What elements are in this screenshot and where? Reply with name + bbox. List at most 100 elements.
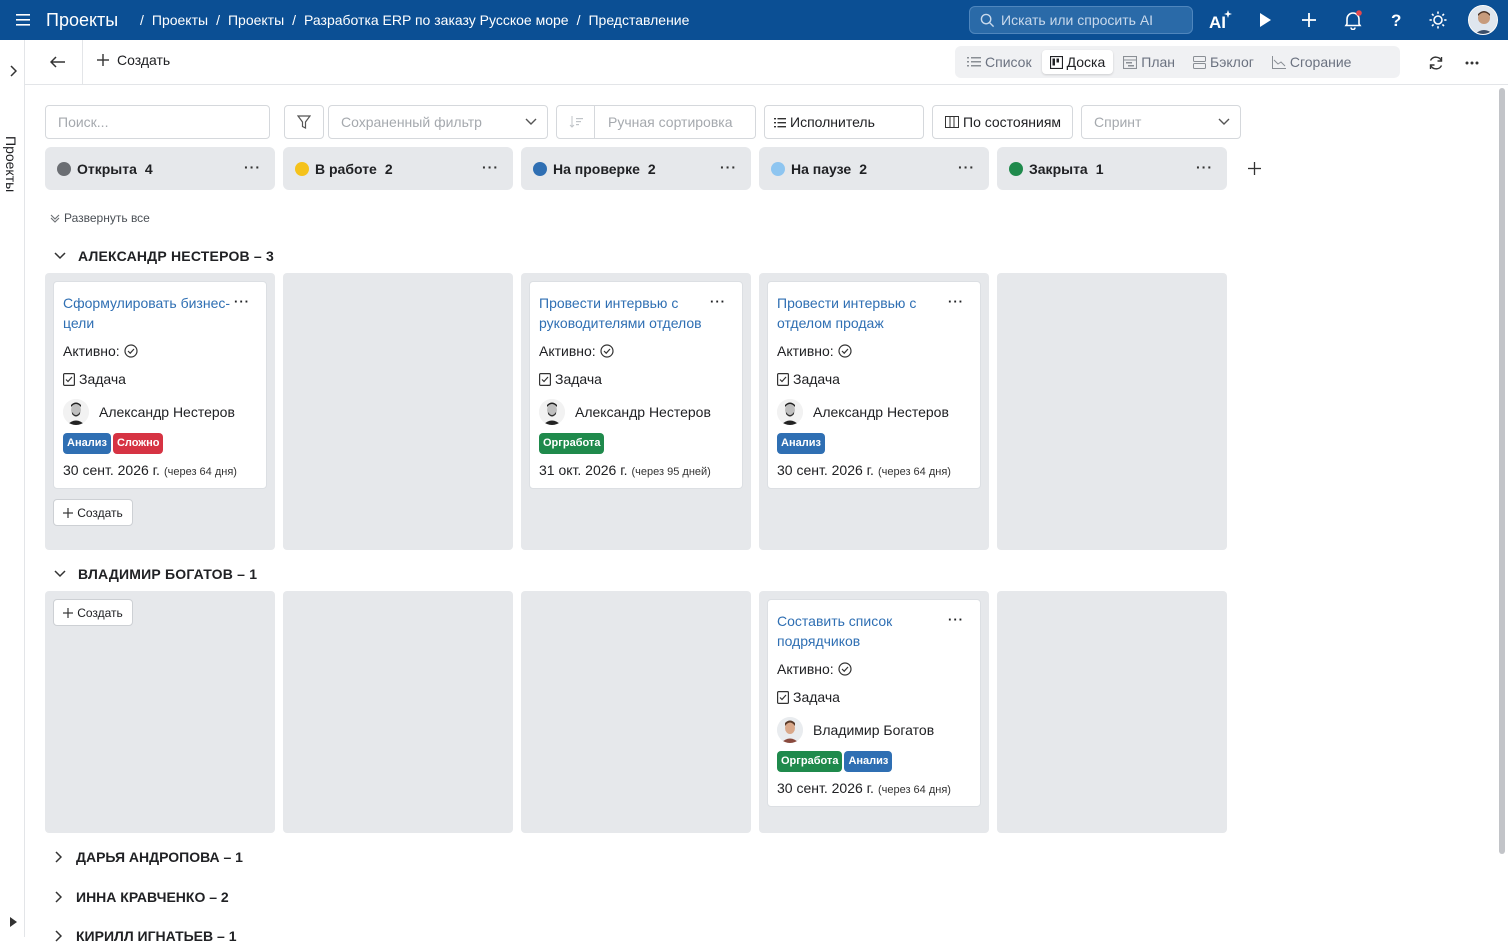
tab-backlog[interactable]: Бэклог — [1185, 50, 1262, 74]
avatar — [539, 399, 565, 425]
columns-by-button[interactable]: По состояниям — [932, 105, 1073, 139]
card-due-relative: (через 95 дней) — [631, 466, 711, 478]
check-circle-icon — [838, 344, 852, 358]
task-card[interactable]: Провести интервью с отделом продаж ··· А… — [767, 281, 981, 489]
card-due-date: 30 сент. 2026 г. — [777, 462, 874, 478]
group-header-nesterov[interactable]: АЛЕКСАНДР НЕСТЕРОВ – 3 — [54, 248, 274, 264]
tab-list[interactable]: Список — [959, 50, 1040, 74]
column-more-icon[interactable]: ··· — [482, 159, 499, 175]
tab-board[interactable]: Доска — [1041, 50, 1114, 74]
check-circle-icon — [600, 344, 614, 358]
card-due-relative: (через 64 дня) — [877, 466, 951, 478]
card-assignee[interactable]: Александр Нестеров — [813, 404, 949, 420]
left-rail: Проекты — [0, 40, 25, 937]
tab-burndown[interactable]: Сгорание — [1264, 50, 1360, 74]
card-more-icon[interactable]: ··· — [948, 294, 964, 309]
expand-all-button[interactable]: Развернуть все — [50, 211, 150, 225]
create-button[interactable]: Создать — [97, 52, 170, 68]
lane-in-progress — [283, 591, 513, 833]
filter-button[interactable] — [284, 105, 324, 139]
column-more-icon[interactable]: ··· — [244, 159, 261, 175]
column-more-icon[interactable]: ··· — [1196, 159, 1213, 175]
column-header-in-progress[interactable]: В работе 2 ··· — [283, 147, 513, 190]
lane-create-button[interactable]: Создать — [53, 599, 133, 626]
group-header-collapsed[interactable]: ДАРЬЯ АНДРОПОВА – 1 — [54, 849, 243, 865]
breadcrumb-current: Представление — [588, 12, 690, 28]
user-avatar[interactable] — [1468, 5, 1498, 35]
lane-closed — [997, 591, 1227, 833]
card-title[interactable]: Сформулировать бизнес-цели — [63, 293, 238, 333]
group-header-collapsed[interactable]: КИРИЛЛ ИГНАТЬЕВ – 1 — [54, 928, 236, 944]
card-title[interactable]: Провести интервью с руководителями отдел… — [539, 293, 714, 333]
lane-closed — [997, 273, 1227, 550]
lane-review — [521, 591, 751, 833]
ai-sparkle-icon[interactable]: AI — [1204, 0, 1238, 40]
card-more-icon[interactable]: ··· — [710, 294, 726, 309]
lane-create-button[interactable]: Создать — [53, 499, 133, 526]
column-more-icon[interactable]: ··· — [958, 159, 975, 175]
card-title[interactable]: Составить список подрядчиков — [777, 611, 952, 651]
app-title[interactable]: Проекты — [46, 10, 138, 31]
refresh-icon[interactable] — [1425, 52, 1447, 74]
column-more-icon[interactable]: ··· — [720, 159, 737, 175]
breadcrumb-item[interactable]: Разработка ERP по заказу Русское море — [298, 12, 575, 28]
bell-icon[interactable] — [1338, 0, 1368, 40]
column-header-open[interactable]: Открыта 4 ··· — [45, 147, 275, 190]
tag-badge[interactable]: Анализ — [844, 751, 893, 772]
chevron-right-icon[interactable] — [6, 64, 20, 78]
chevron-down-icon — [54, 252, 66, 260]
help-icon[interactable]: ? — [1382, 0, 1412, 40]
play-icon[interactable] — [1250, 0, 1280, 40]
scrollbar[interactable] — [1499, 88, 1505, 854]
card-assignee[interactable]: Александр Нестеров — [575, 404, 711, 420]
play-small-icon[interactable] — [6, 915, 20, 929]
group-header-collapsed[interactable]: ИННА КРАВЧЕНКО – 2 — [54, 889, 229, 905]
board-search-input[interactable]: Поиск... — [45, 105, 270, 139]
card-due-date: 30 сент. 2026 г. — [777, 780, 874, 796]
tag-badge[interactable]: Оргработа — [539, 433, 605, 454]
avatar — [63, 399, 89, 425]
tag-badge[interactable]: Оргработа — [777, 751, 843, 772]
more-icon[interactable] — [1461, 52, 1483, 74]
column-header-paused[interactable]: На паузе 2 ··· — [759, 147, 989, 190]
group-header-bogatov[interactable]: ВЛАДИМИР БОГАТОВ – 1 — [54, 566, 257, 582]
card-assignee[interactable]: Владимир Богатов — [813, 722, 934, 738]
menu-icon[interactable] — [0, 0, 46, 40]
rail-label[interactable]: Проекты — [3, 136, 19, 192]
breadcrumb-item[interactable]: Проекты — [222, 12, 290, 28]
task-card[interactable]: Сформулировать бизнес-цели ··· Активно: … — [53, 281, 267, 489]
lane-paused: Провести интервью с отделом продаж ··· А… — [759, 273, 989, 550]
tab-plan[interactable]: План — [1115, 50, 1183, 74]
task-checkbox-icon — [777, 372, 789, 386]
card-type: Задача — [79, 371, 126, 387]
status-dot — [1009, 161, 1023, 176]
breadcrumb-item[interactable]: Проекты — [146, 12, 214, 28]
task-card[interactable]: Провести интервью с руководителями отдел… — [529, 281, 743, 489]
column-header-closed[interactable]: Закрыта 1 ··· — [997, 147, 1227, 190]
top-bar: Проекты / Проекты / Проекты / Разработка… — [0, 0, 1508, 40]
tag-badge[interactable]: Анализ — [63, 433, 111, 454]
task-card[interactable]: Составить список подрядчиков ··· Активно… — [767, 599, 981, 807]
sun-icon[interactable] — [1423, 0, 1453, 40]
column-header-review[interactable]: На проверке 2 ··· — [521, 147, 751, 190]
chevron-down-icon — [54, 570, 66, 578]
card-more-icon[interactable]: ··· — [234, 294, 250, 309]
card-title[interactable]: Провести интервью с отделом продаж — [777, 293, 952, 333]
card-assignee[interactable]: Александр Нестеров — [99, 404, 235, 420]
sprint-select[interactable]: Спринт — [1081, 105, 1241, 139]
global-search-input[interactable]: Искать или спросить AI — [969, 6, 1193, 34]
tag-badge[interactable]: Сложно — [112, 433, 164, 454]
card-due-relative: (через 64 дня) — [877, 784, 951, 796]
tag-badge[interactable]: Анализ — [777, 433, 825, 454]
backlog-icon — [1193, 55, 1206, 69]
lane-paused: Составить список подрядчиков ··· Активно… — [759, 591, 989, 833]
add-column-button[interactable] — [1244, 158, 1264, 178]
group-by-button[interactable]: Исполнитель — [764, 105, 924, 139]
back-arrow-icon[interactable] — [43, 50, 73, 74]
plus-icon — [63, 607, 74, 618]
saved-filter-select[interactable]: Сохраненный фильтр — [328, 105, 548, 139]
card-more-icon[interactable]: ··· — [948, 612, 964, 627]
card-type: Задача — [793, 689, 840, 705]
plus-icon[interactable] — [1294, 0, 1324, 40]
sort-select[interactable]: Ручная сортировка — [556, 105, 756, 139]
